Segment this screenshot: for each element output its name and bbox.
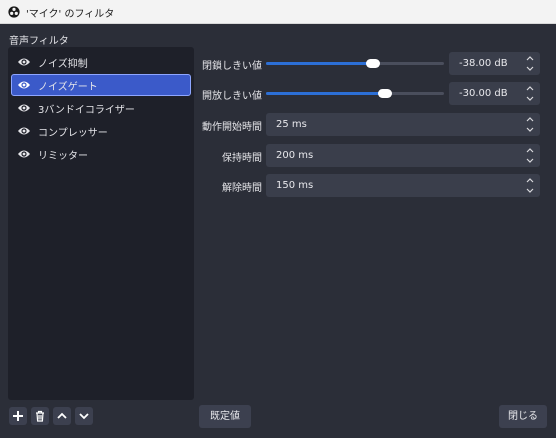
plus-icon <box>13 411 23 421</box>
close-button[interactable]: 閉じる <box>499 405 547 428</box>
filter-item-limiter[interactable]: リミッター <box>11 143 191 165</box>
filter-label: ノイズゲート <box>38 82 98 93</box>
close-threshold-spinbox[interactable]: -38.00 dB <box>449 52 540 75</box>
slider-fill <box>266 62 373 65</box>
chevron-up-icon[interactable] <box>525 146 535 155</box>
chevron-up-icon[interactable] <box>525 115 535 124</box>
hold-time-spinbox[interactable]: 200 ms <box>266 144 540 167</box>
chevron-down-icon[interactable] <box>525 125 535 134</box>
filter-label: 3バンドイコライザー <box>38 105 135 116</box>
eye-icon[interactable] <box>17 79 31 91</box>
spin-arrows[interactable] <box>523 175 537 196</box>
filter-label: ノイズ抑制 <box>38 59 88 70</box>
close-threshold-slider[interactable] <box>266 58 444 70</box>
close-threshold-value: -38.00 dB <box>459 58 508 69</box>
spin-arrows[interactable] <box>523 83 537 104</box>
title-bar: 'マイク' のフィルタ <box>0 0 556 24</box>
slider-fill <box>266 92 386 95</box>
hold-time-label: 保持時間 <box>222 153 262 164</box>
chevron-up-icon <box>57 412 67 419</box>
chevron-down-icon <box>79 413 89 420</box>
filter-item-noise-suppression[interactable]: ノイズ抑制 <box>11 51 191 73</box>
release-time-label: 解除時間 <box>222 183 262 194</box>
move-filter-down-button[interactable] <box>75 407 93 425</box>
eye-icon[interactable] <box>17 102 31 114</box>
filter-item-compressor[interactable]: コンプレッサー <box>11 120 191 142</box>
spin-arrows[interactable] <box>523 53 537 74</box>
chevron-up-icon[interactable] <box>525 176 535 185</box>
chevron-down-icon[interactable] <box>525 186 535 195</box>
filter-item-3band-eq[interactable]: 3バンドイコライザー <box>11 97 191 119</box>
filter-item-noise-gate[interactable]: ノイズゲート <box>11 74 191 96</box>
defaults-button[interactable]: 既定値 <box>199 405 251 428</box>
chevron-up-icon[interactable] <box>525 84 535 93</box>
release-time-value: 150 ms <box>276 180 314 191</box>
attack-time-label: 動作開始時間 <box>202 122 262 133</box>
close-threshold-label: 閉鎖しきい値 <box>202 61 262 72</box>
chevron-up-icon[interactable] <box>525 54 535 63</box>
slider-thumb[interactable] <box>378 89 393 98</box>
filter-label: コンプレッサー <box>38 128 108 139</box>
move-filter-up-button[interactable] <box>53 407 71 425</box>
chevron-down-icon[interactable] <box>525 94 535 103</box>
eye-icon[interactable] <box>17 148 31 160</box>
eye-icon[interactable] <box>17 56 31 68</box>
add-filter-button[interactable] <box>9 407 27 425</box>
attack-time-value: 25 ms <box>276 119 307 130</box>
hold-time-value: 200 ms <box>276 150 314 161</box>
release-time-spinbox[interactable]: 150 ms <box>266 174 540 197</box>
open-threshold-value: -30.00 dB <box>459 88 508 99</box>
chevron-down-icon[interactable] <box>525 156 535 165</box>
spin-arrows[interactable] <box>523 145 537 166</box>
eye-icon[interactable] <box>17 125 31 137</box>
chevron-down-icon[interactable] <box>525 64 535 73</box>
window-title: 'マイク' のフィルタ <box>26 9 115 20</box>
filter-list[interactable]: ノイズ抑制 ノイズゲート 3バンドイコライザー コンプレッサー リミッター <box>8 47 194 400</box>
section-label: 音声フィルタ <box>9 36 69 47</box>
spin-arrows[interactable] <box>523 114 537 135</box>
attack-time-spinbox[interactable]: 25 ms <box>266 113 540 136</box>
filter-label: リミッター <box>38 151 88 162</box>
obs-logo-icon <box>8 6 20 18</box>
open-threshold-label: 開放しきい値 <box>202 91 262 102</box>
slider-thumb[interactable] <box>365 59 380 68</box>
open-threshold-slider[interactable] <box>266 88 444 100</box>
trash-icon <box>36 410 44 422</box>
remove-filter-button[interactable] <box>31 407 49 425</box>
open-threshold-spinbox[interactable]: -30.00 dB <box>449 82 540 105</box>
